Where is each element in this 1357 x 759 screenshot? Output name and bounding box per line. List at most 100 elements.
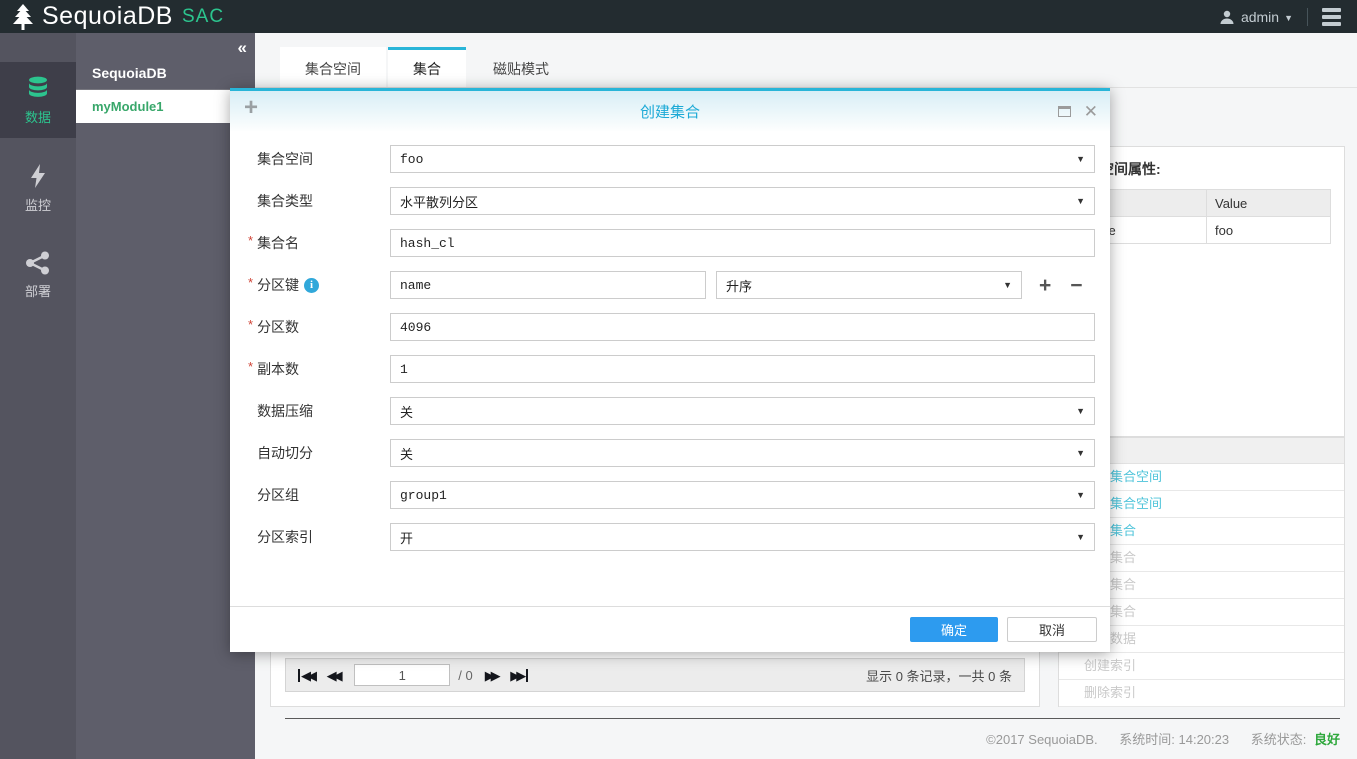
- nav-item-label: 部署: [24, 284, 51, 299]
- tab-tile-mode[interactable]: 磁贴模式: [468, 47, 574, 87]
- field-label: *自动切分: [257, 445, 314, 461]
- form-row: * 分区数: [248, 313, 1095, 341]
- plus-icon: +: [244, 94, 259, 121]
- caret-down-icon: ▼: [1076, 196, 1085, 206]
- header-right: admin ▼: [1219, 7, 1357, 26]
- required-asterisk: *: [248, 232, 254, 248]
- op-drop-index: 删除索引: [1059, 680, 1344, 707]
- table-row: Name foo: [1072, 216, 1331, 244]
- field-label: * 集合名: [248, 232, 300, 252]
- app-window: SequoiaDB SAC admin ▼ 数据 监控 部署 « Sequoia…: [0, 0, 1357, 759]
- nav-item-label: 数据: [24, 110, 51, 125]
- attr-value-cell: foo: [1206, 216, 1331, 244]
- close-icon[interactable]: ✕: [1084, 103, 1098, 120]
- system-time: 系统时间: 14:20:23: [1119, 732, 1230, 747]
- last-page-icon[interactable]: ▶▶: [510, 668, 528, 682]
- prev-page-icon[interactable]: ◀◀: [327, 669, 343, 682]
- dialog-header: + 创建集合 ✕: [230, 91, 1110, 131]
- header-divider: [1307, 7, 1308, 26]
- dialog-title: 创建集合: [639, 103, 700, 121]
- remove-partition-key-button[interactable]: −: [1070, 275, 1082, 296]
- pagination-bar: ◀◀ ◀◀ / 0 ▶▶ ▶▶ 显示 0 条记录，一共 0 条: [285, 658, 1025, 692]
- username: admin: [1240, 8, 1280, 25]
- database-icon: [29, 76, 47, 97]
- brand-suffix: SAC: [181, 5, 225, 27]
- field-label: *分区组: [257, 487, 300, 503]
- dialog-footer: 确定 取消: [230, 606, 1110, 652]
- user-icon: [1220, 10, 1234, 24]
- confirm-button[interactable]: 确定: [910, 617, 998, 642]
- info-icon[interactable]: i: [304, 277, 320, 293]
- lightning-icon: [31, 164, 45, 188]
- cancel-button[interactable]: 取消: [1007, 617, 1097, 642]
- first-page-icon[interactable]: ◀◀: [298, 668, 317, 682]
- record-summary: 显示 0 条记录，一共 0 条: [866, 668, 1012, 684]
- partition-key-input[interactable]: [390, 271, 706, 299]
- form-row: *分区索引 开 ▼: [248, 523, 1095, 551]
- field-label: *分区索引: [257, 529, 314, 545]
- field-label: * 分区数: [248, 316, 300, 336]
- tab-collection-space[interactable]: 集合空间: [280, 47, 386, 87]
- dialog-body: *集合空间 foo ▼ *集合类型 水平散列分区 ▼: [230, 131, 1110, 551]
- chevron-down-icon: ▼: [1284, 12, 1293, 23]
- dialog-tools: ✕: [1057, 91, 1098, 131]
- next-page-icon[interactable]: ▶▶: [485, 669, 501, 682]
- field-label: *集合类型: [257, 193, 314, 209]
- sequoia-tree-logo-icon: [8, 3, 38, 31]
- caret-down-icon: ▼: [1076, 154, 1085, 164]
- page-number-input[interactable]: [354, 664, 451, 686]
- attr-value-header: Value: [1206, 189, 1331, 217]
- partition-index-select[interactable]: 开 ▼: [390, 523, 1095, 551]
- create-collection-dialog: + 创建集合 ✕ *集合空间 foo ▼ *集合类型: [230, 88, 1110, 652]
- menu-bars-icon[interactable]: [1322, 7, 1341, 26]
- nav-item-label: 监控: [24, 198, 51, 213]
- add-partition-key-button[interactable]: +: [1039, 275, 1051, 296]
- sort-order-select[interactable]: 升序 ▼: [716, 271, 1022, 299]
- auto-split-select[interactable]: 关 ▼: [390, 439, 1095, 467]
- nav-rail: 数据 监控 部署: [0, 33, 76, 759]
- space-attributes-title: 集合空间属性:: [1072, 161, 1161, 177]
- copyright: ©2017 SequoiaDB.: [986, 732, 1098, 747]
- form-row: *自动切分 关 ▼: [248, 439, 1095, 467]
- form-row: *分区组 group1 ▼: [248, 481, 1095, 509]
- field-label: *数据压缩: [257, 403, 314, 419]
- sidebar-title: SequoiaDB: [76, 33, 255, 90]
- maximize-icon[interactable]: [1057, 105, 1071, 117]
- form-row: * 集合名: [248, 229, 1095, 257]
- field-label: * 分区键 i: [248, 275, 390, 295]
- form-row: * 副本数: [248, 355, 1095, 383]
- collection-space-select[interactable]: foo ▼: [390, 145, 1095, 173]
- caret-down-icon: ▼: [1076, 406, 1085, 416]
- nav-item-monitor[interactable]: 监控: [0, 150, 76, 226]
- system-status-value: 良好: [1313, 732, 1340, 747]
- form-row: *数据压缩 关 ▼: [248, 397, 1095, 425]
- caret-down-icon: ▼: [1076, 448, 1085, 458]
- user-menu[interactable]: admin ▼: [1219, 9, 1293, 25]
- caret-down-icon: ▼: [1076, 490, 1085, 500]
- module-sidebar: « SequoiaDB myModule1: [76, 33, 255, 759]
- collapse-sidebar-icon[interactable]: «: [238, 39, 247, 56]
- system-status-label: 系统状态:: [1250, 732, 1307, 747]
- required-asterisk: *: [248, 274, 254, 290]
- collection-type-select[interactable]: 水平散列分区 ▼: [390, 187, 1095, 215]
- partition-count-input[interactable]: [390, 313, 1095, 341]
- tab-bar: 集合空间 集合 磁贴模式: [255, 33, 1357, 88]
- share-icon: [26, 251, 49, 275]
- compression-select[interactable]: 关 ▼: [390, 397, 1095, 425]
- replica-count-input[interactable]: [390, 355, 1095, 383]
- field-label: *集合空间: [257, 151, 314, 167]
- partition-group-select[interactable]: group1 ▼: [390, 481, 1095, 509]
- required-asterisk: *: [248, 358, 254, 374]
- form-row: * 分区键 i 升序 ▼ + −: [248, 271, 1095, 299]
- nav-item-data[interactable]: 数据: [0, 62, 76, 138]
- field-label: * 副本数: [248, 358, 300, 378]
- nav-item-deploy[interactable]: 部署: [0, 238, 76, 312]
- op-create-index: 创建索引: [1059, 653, 1344, 680]
- sidebar-item-module[interactable]: myModule1: [76, 90, 255, 123]
- collection-name-input[interactable]: [390, 229, 1095, 257]
- caret-down-icon: ▼: [1003, 280, 1012, 290]
- form-row: *集合类型 水平散列分区 ▼: [248, 187, 1095, 215]
- space-attributes-table: Key Value Name foo: [1072, 189, 1331, 244]
- top-header: SequoiaDB SAC admin ▼: [0, 0, 1357, 33]
- tab-collection[interactable]: 集合: [388, 47, 466, 87]
